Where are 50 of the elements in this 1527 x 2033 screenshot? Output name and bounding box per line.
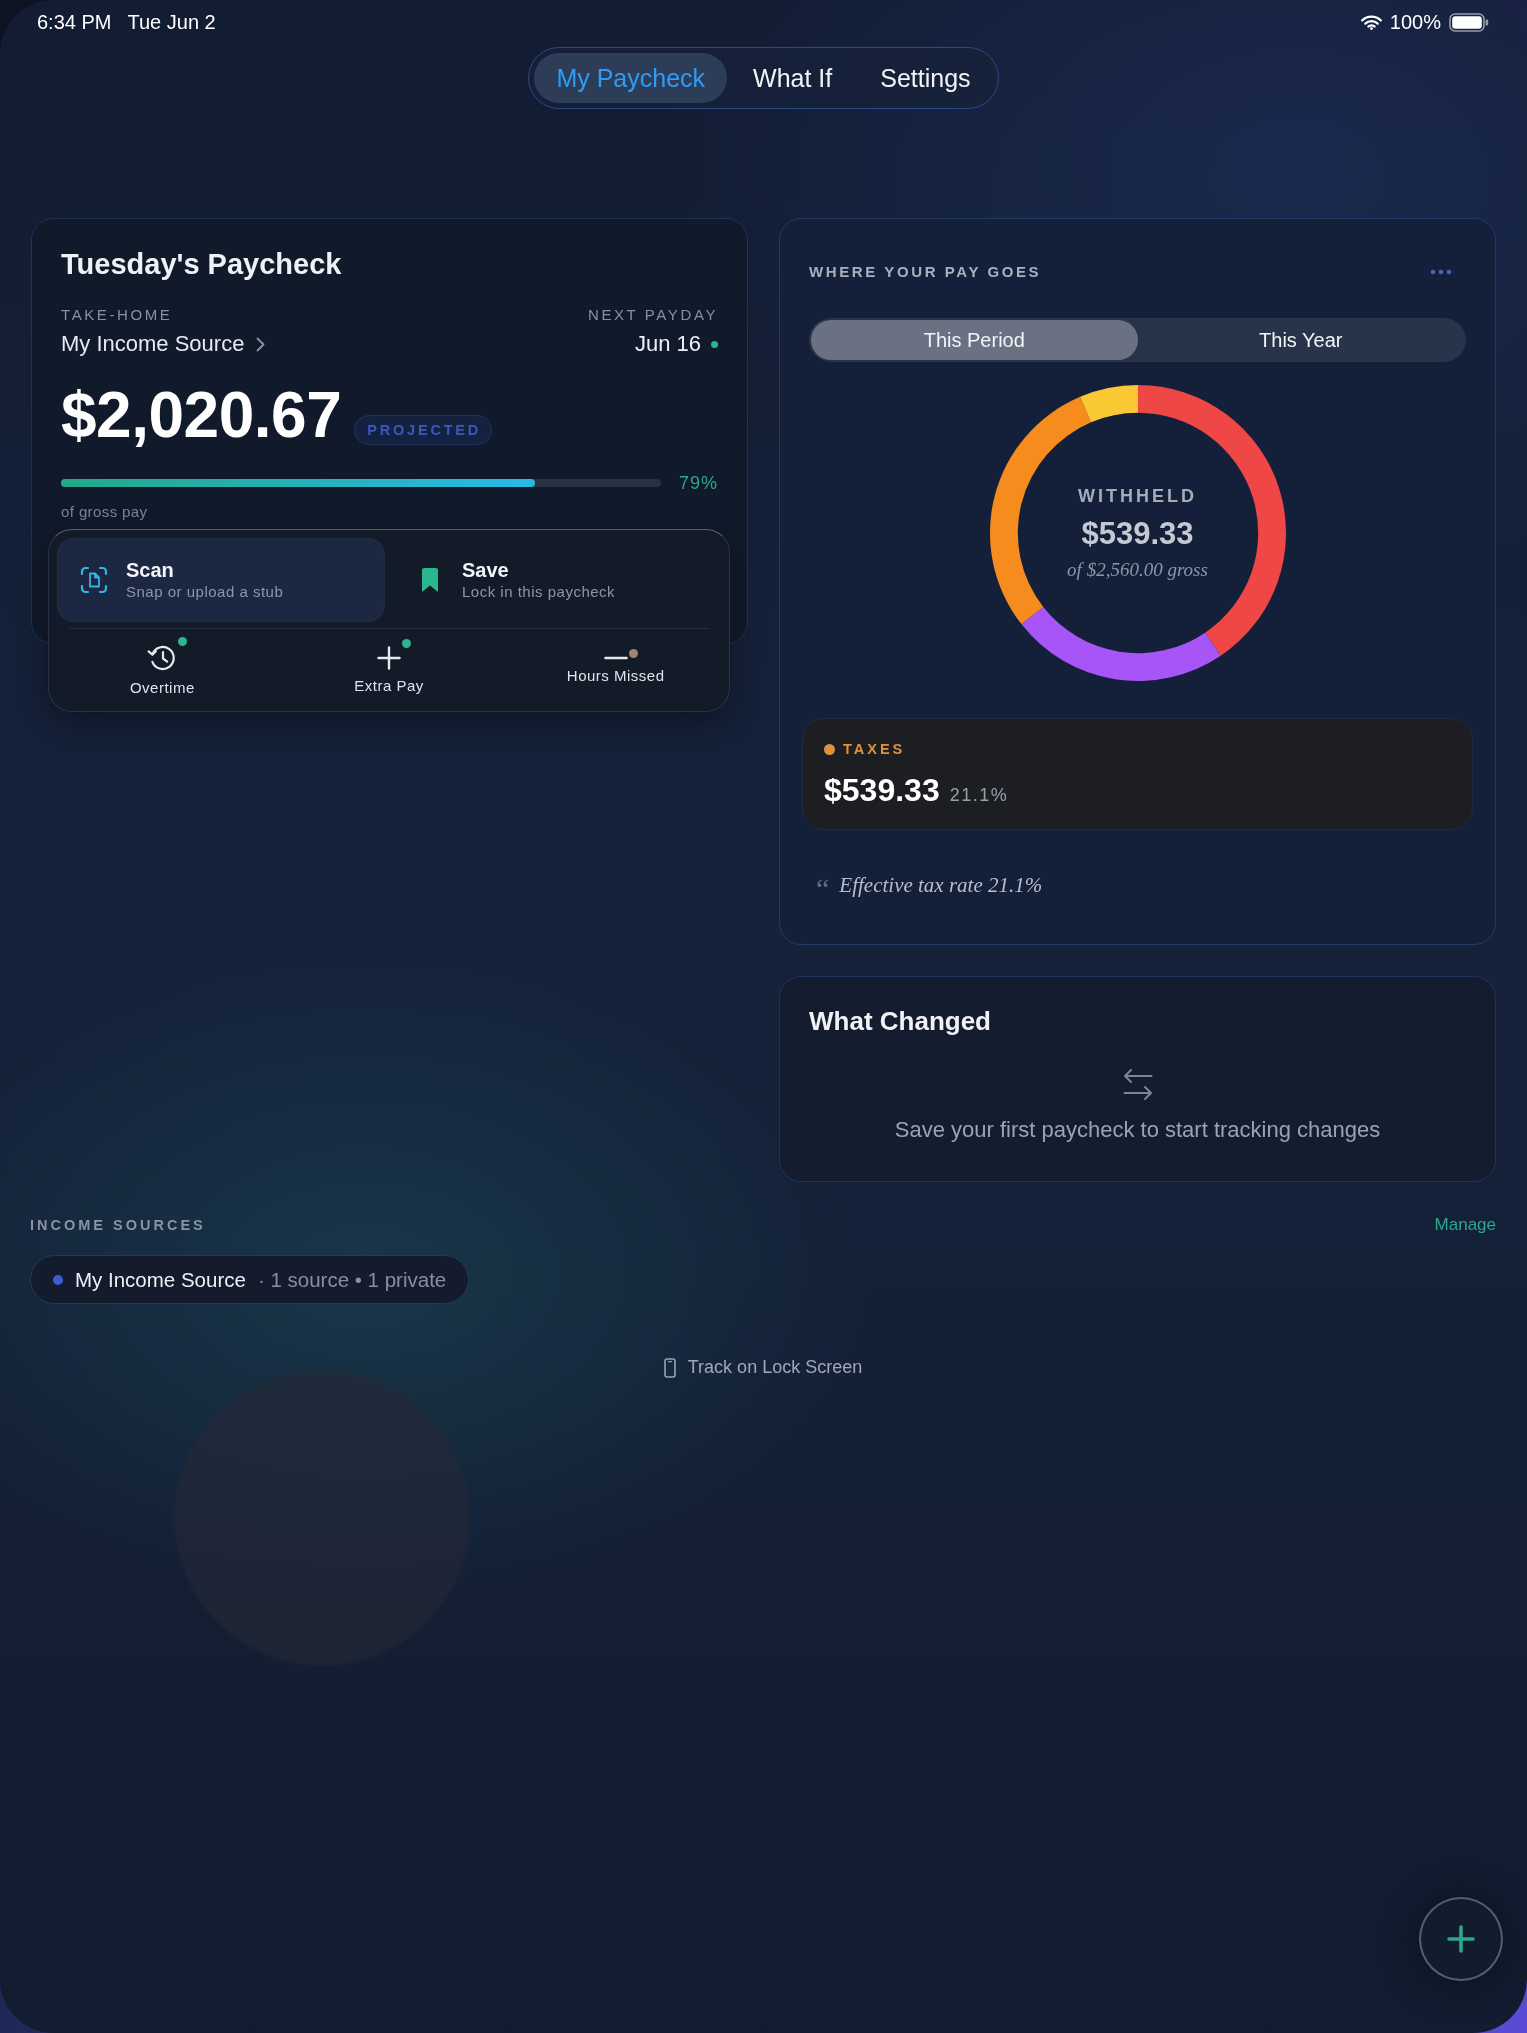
swap-arrows-icon xyxy=(1122,1067,1153,1102)
status-dot-icon xyxy=(711,340,718,348)
scan-button[interactable]: Scan Snap or upload a stub xyxy=(57,538,385,622)
lock-screen-button[interactable]: Track on Lock Screen xyxy=(663,1357,863,1378)
plus-icon xyxy=(1447,1925,1475,1953)
income-source-chip[interactable]: My Income Source · 1 source • 1 private xyxy=(30,1255,470,1304)
card-title: What Changed xyxy=(809,1005,992,1037)
take-home-amount: $2,020.67 xyxy=(61,380,342,450)
section-title: INCOME SOURCES xyxy=(30,1216,206,1234)
hours-missed-button[interactable]: Hours Missed xyxy=(502,629,729,711)
card-title: Tuesday's Paycheck xyxy=(61,247,343,282)
status-time: 6:34 PM xyxy=(37,10,112,34)
battery-percent: 100% xyxy=(1389,10,1441,34)
manage-link[interactable]: Manage xyxy=(1434,1215,1496,1235)
scan-icon xyxy=(80,566,108,594)
progress-percent: 79% xyxy=(678,472,718,494)
withheld-amount: $539.33 xyxy=(1081,515,1194,552)
save-button[interactable]: Save Lock in this paycheck xyxy=(393,538,721,622)
take-home-label: TAKE-HOME xyxy=(61,306,173,324)
period-segment[interactable]: This Year xyxy=(1137,320,1464,360)
payday-date: Jun 16 xyxy=(634,330,701,358)
category-amount: $539.33 xyxy=(824,771,940,809)
more-icon[interactable] xyxy=(1430,269,1452,275)
withheld-label: WITHHELD xyxy=(1078,484,1197,507)
wifi-icon xyxy=(1360,14,1382,30)
bookmark-icon xyxy=(421,567,439,593)
category-name: TAXES xyxy=(843,741,906,757)
tax-rate-note: Effective tax rate 21.1% xyxy=(839,872,1043,899)
next-payday-label: NEXT PAYDAY xyxy=(587,306,718,324)
income-source-link[interactable]: My Income Source xyxy=(61,330,266,358)
tab[interactable]: Settings xyxy=(858,53,993,103)
section-title: WHERE YOUR PAY GOES xyxy=(809,262,1042,282)
overtime-button[interactable]: Overtime xyxy=(49,629,276,711)
status-date: Tue Jun 2 xyxy=(127,10,216,34)
quote-mark: “ xyxy=(816,878,830,900)
plus-icon xyxy=(377,645,401,670)
extra-pay-button[interactable]: Extra Pay xyxy=(275,629,503,711)
tab[interactable]: What If xyxy=(731,53,855,103)
projected-badge: PROJECTED xyxy=(354,415,493,445)
gross-caption: of $2,560.00 gross xyxy=(1067,557,1208,582)
progress-caption: of gross pay xyxy=(61,503,149,521)
chevron-right-icon xyxy=(256,336,266,352)
tab[interactable]: My Paycheck xyxy=(534,53,728,103)
clock-history-icon xyxy=(147,643,178,672)
period-segment[interactable]: This Period xyxy=(811,320,1138,360)
phone-icon xyxy=(663,1357,676,1378)
empty-state-message: Save your first paycheck to start tracking changes xyxy=(893,1116,1382,1144)
battery-icon xyxy=(1449,12,1489,32)
minus-icon xyxy=(603,655,628,660)
category-share: 21.1% xyxy=(949,785,1009,806)
